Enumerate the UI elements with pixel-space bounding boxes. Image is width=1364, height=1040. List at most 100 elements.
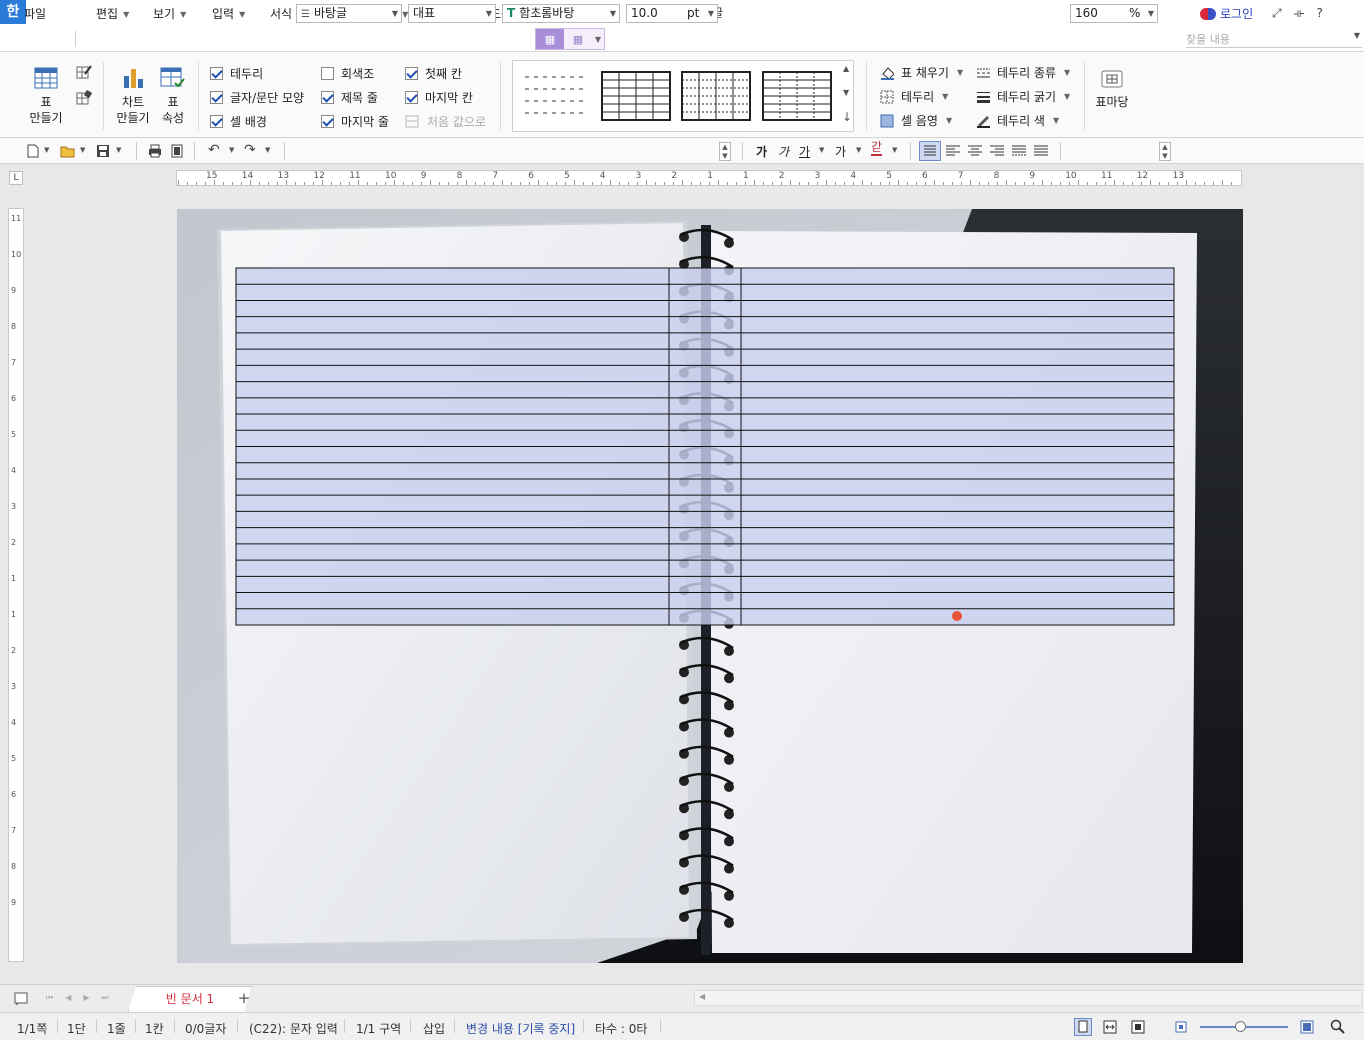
zoom-stepper[interactable]: ▲ ▼ [1159, 142, 1171, 161]
fit-width-icon[interactable] [1102, 1019, 1118, 1035]
table-layout-tab-icon[interactable]: ▦ [564, 29, 592, 49]
check-first-column[interactable]: 첫째 칸 [405, 65, 462, 82]
font-color-button[interactable]: 갇 [871, 141, 883, 156]
cell-shading-button[interactable]: 셀 음영 ▼ [880, 112, 952, 129]
checkbox[interactable] [210, 91, 223, 104]
border-color-button[interactable]: 테두리 색 ▼ [976, 112, 1059, 129]
table-context-tabs[interactable]: ▦ ▦ ▼ [535, 28, 605, 50]
border-type-button[interactable]: 테두리 종류 ▼ [976, 64, 1070, 81]
new-document-icon[interactable] [26, 144, 40, 158]
check-grayscale[interactable]: 회색조 [321, 65, 374, 82]
view-page-button[interactable] [1074, 1018, 1092, 1036]
style-dashed-option[interactable] [523, 71, 595, 121]
tab-nav-arrows[interactable]: ⏮◀▶⏭ [46, 993, 121, 1003]
font-select[interactable]: T 함초롬바탕 ▼ [502, 4, 620, 23]
status-insert-mode[interactable]: 삽입 [423, 1020, 445, 1037]
resize-icon[interactable]: ⟛ [1294, 6, 1305, 21]
status-track-changes[interactable]: 변경 내용 [기록 중지] [466, 1020, 575, 1037]
underline-button[interactable]: 가 [799, 143, 810, 160]
align-right-icon[interactable] [988, 142, 1006, 160]
checkbox[interactable] [210, 115, 223, 128]
check-last-row[interactable]: 마지막 줄 [321, 113, 389, 130]
fullscreen-icon[interactable]: ⤢ [1272, 6, 1282, 21]
gallery-scrollbar[interactable]: ▲ ▼ ↓ [840, 62, 854, 130]
style-grid-option-1[interactable] [601, 71, 673, 121]
checkbox[interactable] [405, 91, 418, 104]
status-page[interactable]: 1/1쪽 [17, 1020, 47, 1037]
menu-file[interactable]: 파일 [24, 5, 46, 22]
menu-edit[interactable]: 편집 ▼ [96, 5, 129, 22]
table-design-tab-icon[interactable]: ▦ [536, 29, 564, 49]
align-left-icon[interactable] [944, 142, 962, 160]
chevron-down-icon[interactable]: ▼ [265, 146, 270, 154]
language-select[interactable]: 대표 ▼ [408, 4, 496, 23]
print-icon[interactable] [148, 144, 162, 158]
expand-gallery-icon[interactable]: ↓ [842, 110, 852, 124]
checkbox[interactable] [321, 91, 334, 104]
check-border[interactable]: 테두리 [210, 65, 263, 82]
style-grid-option-3[interactable] [762, 71, 834, 121]
scroll-left-icon[interactable]: ◀ [699, 992, 705, 1001]
bold-button[interactable]: 가 [756, 143, 767, 160]
font-size-stepper[interactable]: ▲ ▼ [719, 142, 731, 161]
chevron-down-icon[interactable]: ▼ [44, 146, 49, 154]
table-edit-icon[interactable] [76, 64, 92, 80]
chevron-down-icon[interactable]: ▼ [592, 29, 604, 49]
preview-icon[interactable] [170, 144, 184, 158]
style-grid-option-2[interactable] [681, 71, 753, 121]
check-last-column[interactable]: 마지막 칸 [405, 89, 473, 106]
distribute-icon[interactable] [1010, 142, 1028, 160]
divide-icon[interactable] [1032, 142, 1050, 160]
magnifier-icon[interactable] [1330, 1019, 1346, 1035]
chevron-down-icon[interactable]: ▼ [856, 146, 861, 154]
border-button[interactable]: 테두리 ▼ [880, 88, 948, 105]
table-fill-button[interactable]: 표 채우기 ▼ [880, 64, 963, 81]
ruler-corner-tab-icon[interactable]: L [9, 171, 23, 185]
font-size-input[interactable]: 10.0 pt ▼ [626, 4, 718, 23]
horizontal-scrollbar[interactable]: ◀ [694, 990, 1362, 1006]
redo-icon[interactable]: ↷ [244, 142, 256, 158]
chevron-down-icon[interactable]: ▼ [80, 146, 85, 154]
full-page-icon[interactable] [1130, 1019, 1146, 1035]
check-char-para-shape[interactable]: 글자/문단 모양 [210, 89, 304, 106]
find-input[interactable]: 찾을 내용 ▼ [1186, 31, 1362, 48]
add-tab-button[interactable]: + [228, 986, 260, 1012]
menu-view[interactable]: 보기 ▼ [153, 5, 186, 22]
zoom-in-icon[interactable] [1300, 1020, 1314, 1034]
check-header-row[interactable]: 제목 줄 [321, 89, 378, 106]
document-page[interactable] [177, 209, 1243, 963]
open-folder-icon[interactable] [60, 144, 76, 158]
chevron-down-icon[interactable]: ▼ [892, 146, 897, 154]
make-chart-button[interactable]: 차트 만들기 [114, 66, 152, 126]
zoom-input[interactable]: 160% ▼ [1070, 4, 1158, 23]
login-button[interactable]: 로그인 [1200, 5, 1253, 22]
chevron-down-icon[interactable]: ▼ [116, 146, 121, 154]
scroll-down-icon[interactable]: ▼ [843, 88, 849, 97]
sheet-view-icon[interactable] [14, 992, 28, 1006]
strikethrough-button[interactable]: 가 [835, 143, 846, 160]
chevron-down-icon[interactable]: ▼ [819, 146, 824, 154]
make-table-button[interactable]: 표 만들기 [28, 66, 64, 126]
zoom-slider-thumb[interactable] [1235, 1021, 1246, 1032]
checkbox[interactable] [405, 67, 418, 80]
checkbox[interactable] [321, 115, 334, 128]
table-eraser-icon[interactable] [76, 90, 92, 106]
save-icon[interactable] [96, 144, 110, 158]
zoom-out-icon[interactable] [1174, 1020, 1188, 1034]
menu-insert[interactable]: 입력 ▼ [212, 5, 245, 22]
checkbox[interactable] [321, 67, 334, 80]
align-justify-button[interactable] [919, 141, 941, 161]
align-center-icon[interactable] [966, 142, 984, 160]
style-select[interactable]: ☰ 바탕글 ▼ [296, 4, 402, 23]
undo-icon[interactable]: ↶ [208, 142, 220, 158]
check-cell-background[interactable]: 셀 배경 [210, 113, 267, 130]
table-yard-button[interactable]: 표마당 [1092, 68, 1132, 110]
italic-button[interactable]: 가 [778, 143, 789, 160]
chevron-down-icon[interactable]: ▼ [229, 146, 234, 154]
table-grid[interactable] [177, 209, 1243, 963]
reset-default-button[interactable]: 처음 값으로 [405, 113, 486, 130]
border-width-button[interactable]: 테두리 굵기 ▼ [976, 88, 1070, 105]
help-icon[interactable]: ? [1316, 6, 1322, 21]
table-properties-button[interactable]: 표 속성 [156, 66, 190, 126]
scroll-up-icon[interactable]: ▲ [843, 64, 849, 73]
